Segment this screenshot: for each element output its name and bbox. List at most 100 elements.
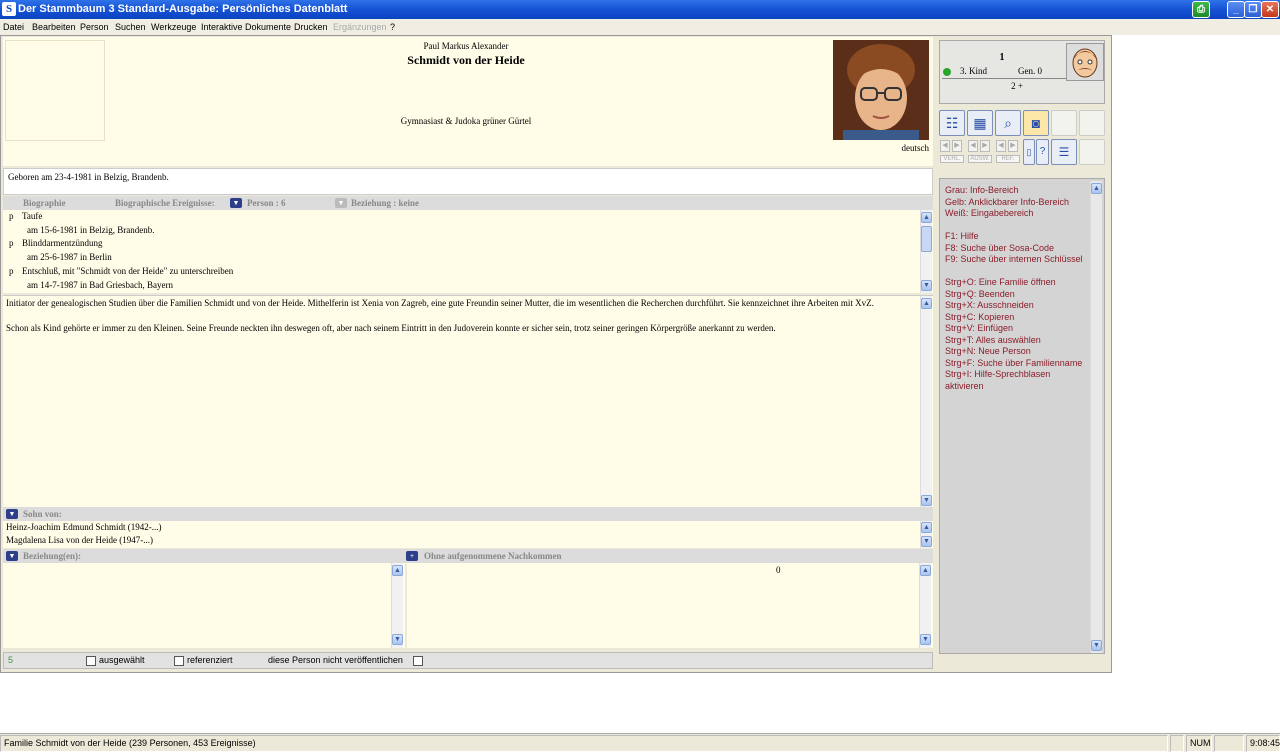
biography-paragraph[interactable]: Schon als Kind gehörte er immer zu den K… <box>6 323 911 335</box>
help-text: Grau: Info-Bereich Gelb: Anklickbarer Inf… <box>945 185 1083 392</box>
nav-first-icon[interactable]: ◀ <box>940 140 950 152</box>
status-text: Familie Schmidt von der Heide (239 Perso… <box>0 735 1168 752</box>
biography-text-area[interactable]: Initiator der genealogischen Studien übe… <box>3 295 933 508</box>
biography-tab[interactable]: Biographie <box>23 196 66 210</box>
menu-help[interactable]: ? <box>390 19 395 35</box>
descendants-label: Ohne aufgenommene Nachkommen <box>424 551 562 561</box>
scroll-down-icon[interactable]: ▼ <box>921 280 932 291</box>
events-scrollbar[interactable]: ▲ ▼ <box>920 210 932 293</box>
mother-link[interactable]: Magdalena Lisa von der Heide (1947-...) <box>6 534 153 547</box>
events-list: p Taufe am 15-6-1981 in Belzig, Brandenb… <box>3 210 933 293</box>
family-tree-icon[interactable]: ☷ <box>939 110 965 136</box>
selected-checkbox[interactable] <box>86 656 96 666</box>
nav-label: VERL. <box>940 155 964 163</box>
scroll-down-icon[interactable]: ▼ <box>1091 640 1102 651</box>
biography-paragraph[interactable]: Initiator der genealogischen Studien übe… <box>6 298 911 310</box>
male-avatar-icon <box>1072 48 1098 78</box>
person-surname[interactable]: Schmidt von der Heide <box>300 53 632 68</box>
help-line: Gelb: Anklickbarer Info-Bereich <box>945 196 1070 207</box>
maximize-button[interactable]: ❐ <box>1244 1 1262 18</box>
nav-next-icon[interactable]: ▶ <box>980 140 990 152</box>
person-first-names[interactable]: Paul Markus Alexander <box>300 41 632 51</box>
app-icon[interactable]: S <box>2 2 16 16</box>
relationships-label: Beziehung(en): <box>23 551 81 561</box>
event-name[interactable]: Blinddarmentzündung <box>22 237 103 251</box>
menu-datei[interactable]: Datei <box>3 19 24 35</box>
pedigree-icon[interactable]: ▦ <box>967 110 993 136</box>
event-marker: p <box>9 266 14 276</box>
relationships-header: ▼ Beziehung(en): <box>3 549 405 563</box>
event-detail[interactable]: am 15-6-1981 in Belzig, Brandenb. <box>27 224 154 238</box>
person-number: 1 <box>999 52 1005 63</box>
relationships-dropdown-icon[interactable]: ▼ <box>6 551 18 561</box>
person-title[interactable]: Gymnasiast & Judoka grüner Gürtel <box>300 116 632 126</box>
person-photo[interactable] <box>833 40 929 140</box>
person-avatar[interactable] <box>1066 43 1104 81</box>
event-marker: p <box>9 211 14 221</box>
event-marker: p <box>9 238 14 248</box>
biography-scrollbar[interactable]: ▲ ▼ <box>920 296 932 508</box>
bio-events-label: Biographische Ereignisse: <box>115 198 215 208</box>
minimize-button[interactable]: _ <box>1227 1 1245 18</box>
person-count-label: Person : 6 <box>247 198 286 208</box>
scroll-up-icon[interactable]: ▲ <box>1091 183 1102 194</box>
scroll-down-icon[interactable]: ▼ <box>920 634 931 645</box>
close-button[interactable]: ✕ <box>1261 1 1279 18</box>
relationships-scrollbar[interactable]: ▲ ▼ <box>391 563 403 648</box>
relationships-list[interactable]: ▲ ▼ <box>3 563 405 648</box>
generation-label: Gen. 0 <box>1018 66 1042 76</box>
menu-ergaenzungen[interactable]: Ergänzungen <box>333 19 387 35</box>
parents-scrollbar[interactable]: ▲ ▼ <box>920 521 932 548</box>
help-line <box>945 266 1083 278</box>
father-link[interactable]: Heinz-Joachim Edmund Schmidt (1942-...) <box>6 521 161 534</box>
camera-icon[interactable]: ◙ <box>1023 110 1049 136</box>
search-icon[interactable]: ⌕ <box>995 110 1021 136</box>
menu-drucken[interactable]: Drucken <box>294 19 328 35</box>
scroll-up-icon[interactable]: ▲ <box>920 565 931 576</box>
person-card-icon[interactable]: ▯ <box>1023 139 1035 165</box>
referenced-checkbox[interactable] <box>174 656 184 666</box>
descendants-list[interactable]: 0 ▲ ▼ <box>407 563 933 648</box>
referenced-label: referenziert <box>187 655 233 665</box>
scroll-down-icon[interactable]: ▼ <box>921 536 932 547</box>
siblings-label[interactable]: 2 + <box>942 81 1092 91</box>
scroll-down-icon[interactable]: ▼ <box>921 495 932 506</box>
printer-icon[interactable]: ⎙ <box>1192 1 1210 18</box>
scroll-thumb[interactable] <box>921 226 932 252</box>
coat-of-arms-placeholder[interactable] <box>5 40 105 141</box>
empty-tool-slot <box>1079 110 1105 136</box>
list-icon[interactable]: ☰ <box>1051 139 1077 165</box>
events-dropdown-icon[interactable]: ▼ <box>230 198 242 208</box>
event-detail[interactable]: am 14-7-1987 in Bad Griesbach, Bayern <box>27 279 173 293</box>
status-indicator-icon <box>943 68 951 76</box>
nav-label: REF. <box>996 155 1020 163</box>
nav-first-icon[interactable]: ◀ <box>996 140 1006 152</box>
nav-next-icon[interactable]: ▶ <box>1008 140 1018 152</box>
menu-werkzeuge[interactable]: Werkzeuge <box>151 19 196 35</box>
help-icon[interactable]: ? <box>1036 139 1049 165</box>
scroll-up-icon[interactable]: ▲ <box>921 522 932 533</box>
event-name[interactable]: Entschluß, mit "Schmidt von der Heide" z… <box>22 265 233 279</box>
event-name[interactable]: Taufe <box>22 210 42 224</box>
menu-interaktive-dokumente[interactable]: Interaktive Dokumente <box>201 19 291 35</box>
scroll-up-icon[interactable]: ▲ <box>921 298 932 309</box>
descendants-scrollbar[interactable]: ▲ ▼ <box>919 563 931 648</box>
scroll-down-icon[interactable]: ▼ <box>392 634 403 645</box>
birth-info[interactable]: Geboren am 23-4-1981 in Belzig, Brandenb… <box>3 168 933 195</box>
relationship-dropdown-icon[interactable]: ▼ <box>335 198 347 208</box>
title-bar: S Der Stammbaum 3 Standard-Ausgabe: Pers… <box>0 0 1280 19</box>
nav-next-icon[interactable]: ▶ <box>952 140 962 152</box>
selected-label: ausgewählt <box>99 655 145 665</box>
menu-person[interactable]: Person <box>80 19 109 35</box>
add-descendant-icon[interactable]: + <box>406 551 418 561</box>
help-scrollbar[interactable]: ▲ ▼ <box>1090 181 1102 653</box>
parents-dropdown-icon[interactable]: ▼ <box>6 509 18 519</box>
nav-first-icon[interactable]: ◀ <box>968 140 978 152</box>
menu-bearbeiten[interactable]: Bearbeiten <box>32 19 76 35</box>
scroll-up-icon[interactable]: ▲ <box>392 565 403 576</box>
event-detail[interactable]: am 25-6-1987 in Berlin <box>27 251 112 265</box>
scroll-up-icon[interactable]: ▲ <box>921 212 932 223</box>
menu-suchen[interactable]: Suchen <box>115 19 146 35</box>
unpublished-checkbox[interactable] <box>413 656 423 666</box>
son-of-label: Sohn von: <box>23 509 62 519</box>
